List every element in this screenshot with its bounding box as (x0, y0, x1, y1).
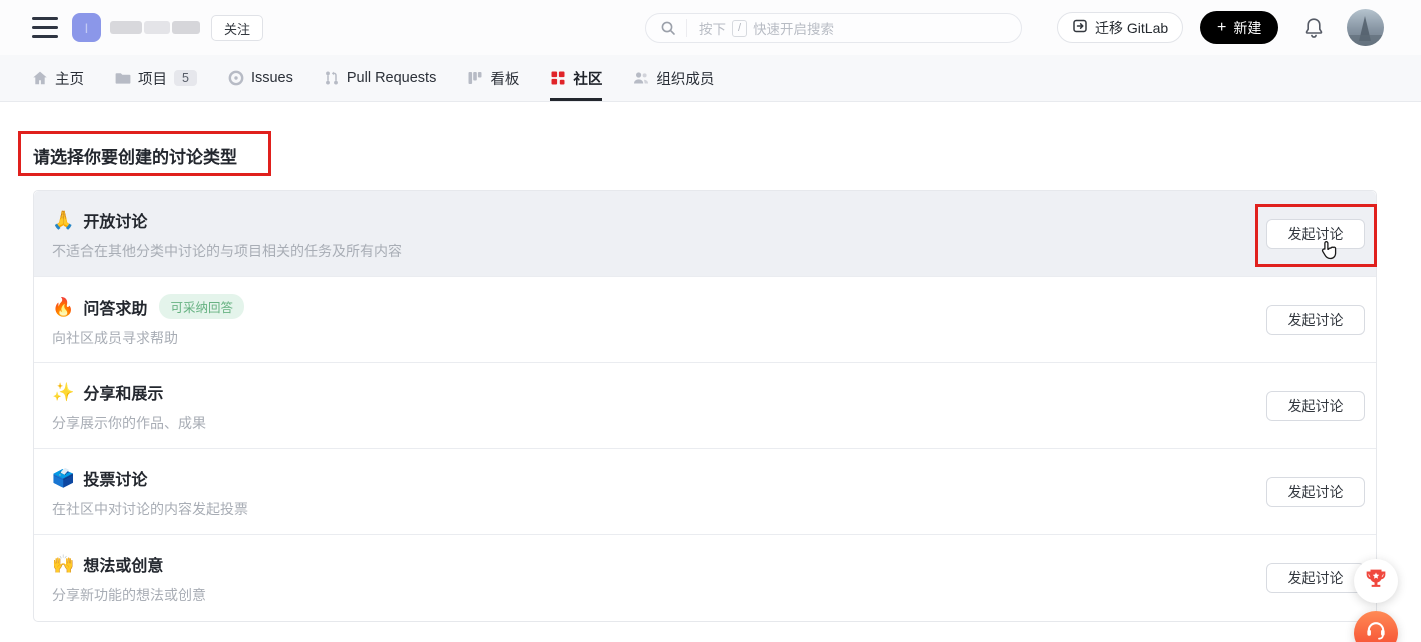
repo-tab-bar: 主页 项目 5 Issues Pull Requests 看板 社区 组织成员 (0, 55, 1421, 102)
hamburger-menu-icon[interactable] (32, 17, 58, 38)
discussion-type-description: 分享新功能的想法或创意 (52, 585, 1376, 605)
start-discussion-button-idea[interactable]: 发起讨论 (1266, 563, 1365, 593)
page: I 关注 按下/快速开启搜索 迁移 GitLab + 新建 (0, 0, 1421, 642)
discussion-type-list: 🙏 开放讨论 不适合在其他分类中讨论的与项目相关的任务及所有内容 发起讨论 🔥 … (33, 190, 1377, 622)
projects-count-badge: 5 (174, 70, 197, 86)
ballot-box-emoji-icon: 🗳️ (52, 468, 74, 488)
tab-org-members[interactable]: 组织成员 (633, 55, 714, 101)
start-discussion-button-open[interactable]: 发起讨论 (1266, 219, 1365, 249)
tab-issues[interactable]: Issues (228, 55, 293, 101)
tab-pull-requests[interactable]: Pull Requests (324, 55, 436, 101)
search-placeholder: 按下/快速开启搜索 (699, 18, 834, 38)
discussion-type-title: 开放讨论 (83, 208, 147, 232)
search-divider (686, 19, 687, 37)
follow-button[interactable]: 关注 (211, 15, 263, 41)
discussion-type-title: 分享和展示 (83, 380, 163, 404)
tab-projects[interactable]: 项目 5 (115, 55, 197, 101)
raising-hands-emoji-icon: 🙌 (52, 554, 74, 574)
discussion-type-row-idea: 🙌 想法或创意 分享新功能的想法或创意 发起讨论 (34, 535, 1376, 621)
import-icon (1072, 18, 1088, 37)
start-discussion-button-show[interactable]: 发起讨论 (1266, 391, 1365, 421)
issues-icon (228, 70, 244, 86)
discussion-type-row-show: ✨ 分享和展示 分享展示你的作品、成果 发起讨论 (34, 363, 1376, 449)
tab-home[interactable]: 主页 (32, 55, 84, 101)
headset-icon (1364, 619, 1388, 642)
plus-icon: + (1217, 20, 1226, 36)
discussion-type-row-open: 🙏 开放讨论 不适合在其他分类中讨论的与项目相关的任务及所有内容 发起讨论 (34, 191, 1376, 277)
fire-emoji-icon: 🔥 (52, 297, 74, 317)
search-icon (660, 20, 676, 36)
discussion-type-description: 在社区中对讨论的内容发起投票 (52, 499, 1376, 519)
discussion-type-title: 想法或创意 (83, 552, 163, 576)
discussion-type-description: 向社区成员寻求帮助 (52, 328, 1376, 348)
home-icon (32, 70, 48, 86)
rewards-trophy-button[interactable] (1354, 559, 1398, 603)
pull-requests-icon (324, 70, 340, 86)
discussion-type-description: 分享展示你的作品、成果 (52, 413, 1376, 433)
start-discussion-button-poll[interactable]: 发起讨论 (1266, 477, 1365, 507)
board-icon (467, 70, 483, 86)
trophy-icon (1364, 567, 1388, 596)
discussion-type-description: 不适合在其他分类中讨论的与项目相关的任务及所有内容 (52, 241, 1376, 261)
folder-icon (115, 70, 131, 86)
members-icon (633, 70, 649, 86)
folded-hands-emoji-icon: 🙏 (52, 210, 74, 230)
start-discussion-button-qa[interactable]: 发起讨论 (1266, 305, 1365, 335)
discussion-type-title: 问答求助 (83, 295, 147, 319)
discussion-type-row-poll: 🗳️ 投票讨论 在社区中对讨论的内容发起投票 发起讨论 (34, 449, 1376, 535)
new-button[interactable]: + 新建 (1200, 11, 1278, 44)
search-input[interactable]: 按下/快速开启搜索 (645, 13, 1022, 43)
discussion-type-row-qa: 🔥 问答求助 可采纳回答 向社区成员寻求帮助 发起讨论 (34, 277, 1376, 363)
tab-community[interactable]: 社区 (550, 55, 602, 101)
top-header: I 关注 按下/快速开启搜索 迁移 GitLab + 新建 (0, 0, 1421, 55)
support-chat-button[interactable] (1354, 611, 1398, 642)
user-avatar[interactable] (1347, 9, 1384, 46)
migrate-gitlab-button[interactable]: 迁移 GitLab (1057, 12, 1183, 43)
discussion-type-title: 投票讨论 (83, 466, 147, 490)
repo-avatar-letter: I (85, 20, 89, 36)
sparkles-emoji-icon: ✨ (52, 382, 74, 402)
community-icon (550, 70, 566, 86)
accepted-answer-badge: 可采纳回答 (159, 294, 244, 319)
tab-board[interactable]: 看板 (467, 55, 519, 101)
repo-name-redacted (110, 21, 200, 34)
slash-key-hint: / (732, 20, 747, 37)
notifications-bell-icon[interactable] (1303, 16, 1325, 45)
page-title: 请选择你要创建的讨论类型 (33, 143, 237, 168)
repo-avatar[interactable]: I (72, 13, 101, 42)
